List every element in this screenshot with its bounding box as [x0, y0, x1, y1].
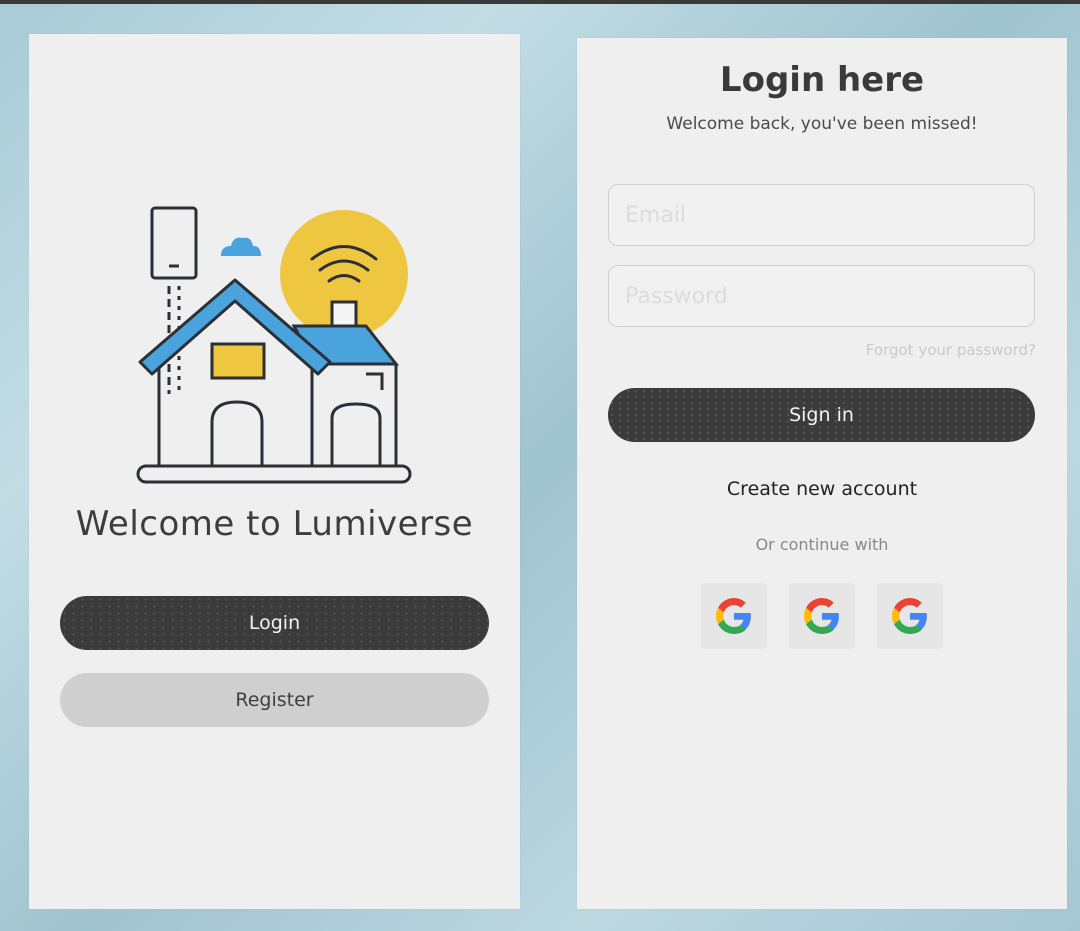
cloud-icon	[221, 237, 261, 256]
login-button[interactable]: Login	[60, 596, 489, 650]
login-title: Login here	[719, 60, 925, 100]
social-login-row	[701, 583, 943, 649]
login-subtitle: Welcome back, you've been missed!	[666, 114, 978, 134]
top-bar	[0, 0, 1080, 4]
sign-in-button[interactable]: Sign in	[608, 388, 1035, 442]
google-login-button-1[interactable]	[701, 583, 767, 649]
google-login-button-2[interactable]	[789, 583, 855, 649]
welcome-card: Welcome to Lumiverse Login Register	[29, 34, 520, 909]
register-button[interactable]: Register	[60, 673, 489, 727]
google-icon	[716, 598, 751, 634]
or-continue-with-label: Or continue with	[755, 535, 889, 554]
create-account-link[interactable]: Create new account	[577, 478, 1067, 500]
login-card: Login here Welcome back, you've been mis…	[577, 38, 1067, 909]
password-field[interactable]	[608, 265, 1035, 327]
google-icon	[804, 598, 839, 634]
google-login-button-3[interactable]	[877, 583, 943, 649]
email-field[interactable]	[608, 184, 1035, 246]
google-icon	[892, 598, 927, 634]
smart-home-illustration	[136, 206, 412, 484]
forgot-password-link[interactable]: Forgot your password?	[866, 341, 1036, 359]
welcome-title: Welcome to Lumiverse	[75, 504, 474, 544]
